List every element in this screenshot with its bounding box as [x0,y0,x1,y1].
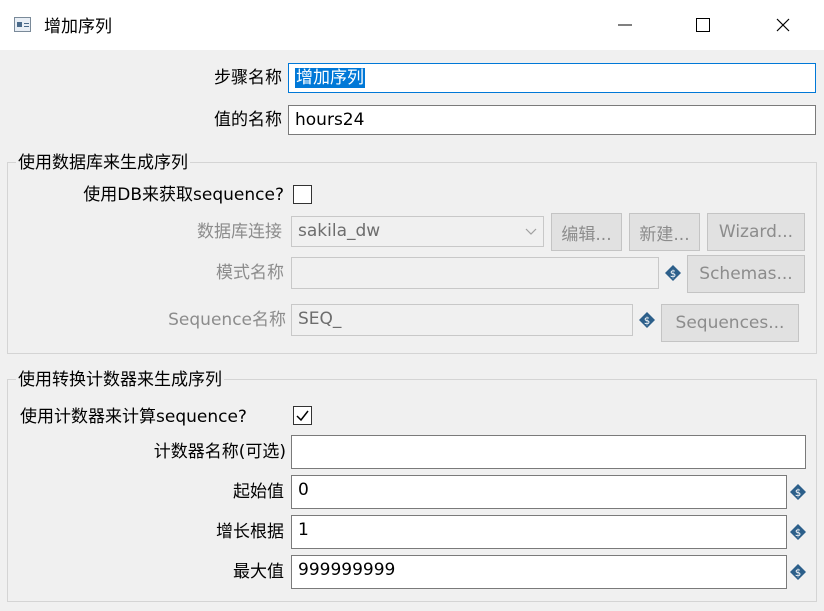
schema-input[interactable] [291,257,659,289]
use-db-checkbox[interactable] [293,185,312,204]
start-value-input[interactable]: 0 [291,475,787,509]
max-value-input[interactable]: 999999999 [291,555,787,589]
counter-group-title: 使用转换计数器来生成序列 [16,369,224,391]
close-button[interactable] [748,0,818,50]
variable-icon[interactable]: $ [790,484,806,500]
step-name-input[interactable]: 增加序列 [288,63,816,93]
step-name-label: 步骤名称 [214,68,282,88]
close-icon [776,18,790,32]
variable-icon[interactable]: $ [790,524,806,540]
use-counter-label: 使用计数器来计算sequence? [20,407,247,427]
step-name-value: 增加序列 [295,68,365,88]
maximize-icon [696,18,710,32]
svg-text:$: $ [795,488,801,499]
variable-icon[interactable]: $ [790,564,806,580]
wizard-button[interactable]: Wizard... [707,213,805,251]
schema-label: 模式名称 [216,263,284,283]
counter-name-label: 计数器名称(可选) [153,442,286,462]
start-value-label: 起始值 [233,482,284,502]
max-value-label: 最大值 [233,562,284,582]
use-db-label: 使用DB来获取sequence? [83,185,284,205]
increment-input[interactable]: 1 [291,515,787,549]
value-name-label: 值的名称 [214,110,282,130]
use-counter-checkbox[interactable] [293,406,312,425]
chevron-down-icon [525,228,537,235]
app-window-icon [14,17,31,32]
svg-text:$: $ [795,568,801,579]
variable-icon[interactable]: $ [639,312,655,328]
minimize-icon [618,24,632,26]
edit-connection-button[interactable]: 编辑... [551,213,622,251]
schemas-button[interactable]: Schemas... [687,255,805,293]
counter-name-input[interactable] [291,435,806,469]
maximize-button[interactable] [668,0,738,50]
variable-icon[interactable]: $ [665,265,681,281]
new-connection-button[interactable]: 新建... [629,213,700,251]
db-group-title: 使用数据库来生成序列 [16,152,190,174]
svg-text:$: $ [795,528,801,539]
sequence-name-input[interactable]: SEQ_ [291,304,633,336]
value-name-input[interactable]: hours24 [288,105,816,135]
increment-label: 增长根据 [216,522,284,542]
connection-select[interactable]: sakila_dw [291,216,544,247]
connection-value: sakila_dw [298,221,381,241]
window-title: 增加序列 [44,17,112,37]
checkmark-icon [296,410,309,422]
svg-text:$: $ [644,316,650,327]
sequences-button[interactable]: Sequences... [661,304,799,342]
sequence-name-label: Sequence名称 [168,310,286,330]
minimize-button[interactable] [590,0,660,50]
connection-label: 数据库连接 [197,222,282,242]
svg-text:$: $ [670,269,676,280]
